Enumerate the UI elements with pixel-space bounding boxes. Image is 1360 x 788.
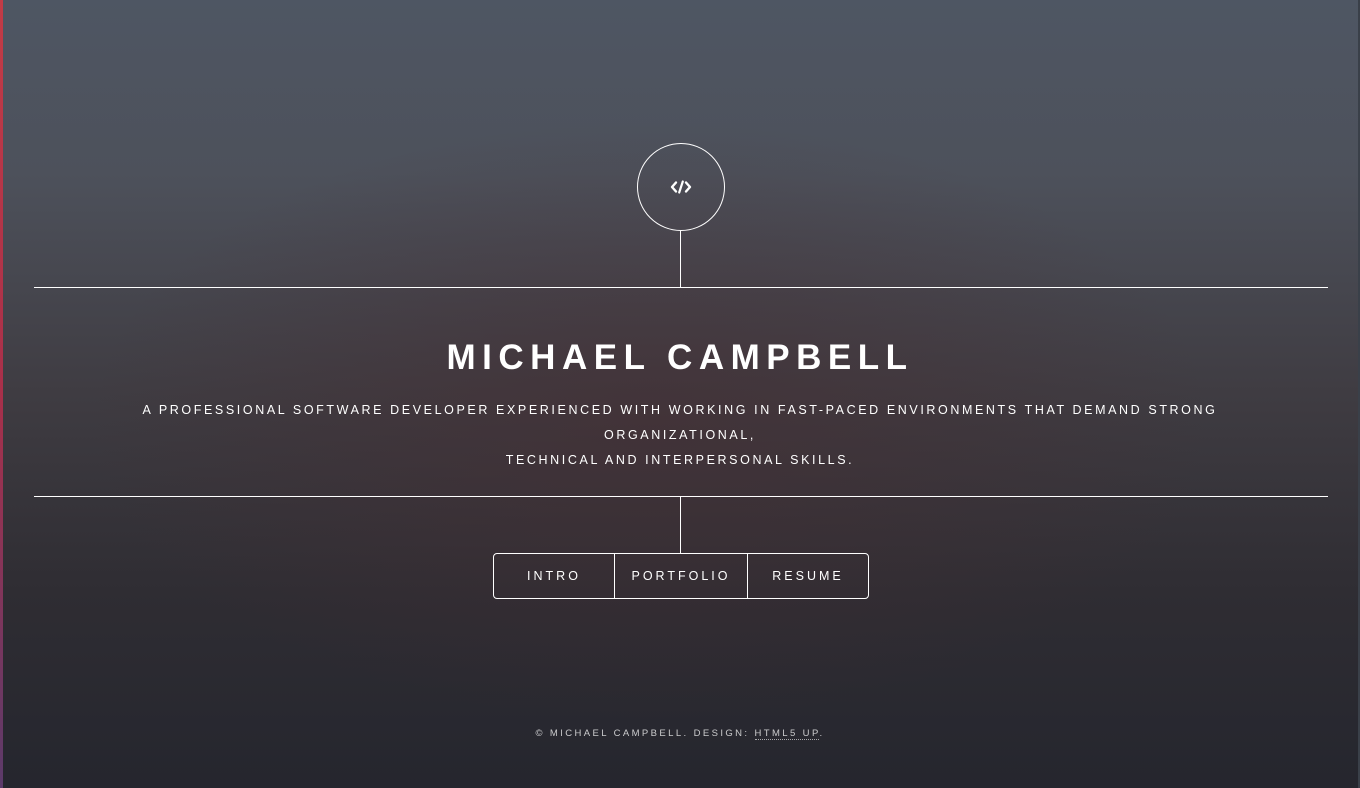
footer-suffix: .: [819, 728, 825, 739]
nav-item-portfolio[interactable]: PORTFOLIO: [615, 554, 748, 598]
divider-top: [34, 287, 1328, 288]
subtitle-line-2: TECHNICAL AND INTERPERSONAL SKILLS.: [505, 453, 855, 467]
connector-line-top: [680, 231, 681, 287]
code-icon: [670, 179, 692, 195]
subtitle-line-1: A PROFESSIONAL SOFTWARE DEVELOPER EXPERI…: [142, 403, 1218, 442]
footer-design-link[interactable]: HTML5 UP: [754, 728, 820, 740]
footer: © MICHAEL CAMPBELL. DESIGN: HTML5 UP.: [0, 728, 1360, 740]
logo: [637, 143, 725, 231]
nav-item-resume[interactable]: RESUME: [748, 554, 868, 598]
divider-bottom: [34, 496, 1328, 497]
page-title: MICHAEL CAMPBELL: [446, 338, 914, 377]
footer-copyright: © MICHAEL CAMPBELL. DESIGN:: [535, 728, 755, 739]
nav-item-intro[interactable]: INTRO: [494, 554, 615, 598]
page-subtitle: A PROFESSIONAL SOFTWARE DEVELOPER EXPERI…: [80, 398, 1280, 473]
connector-line-bottom: [680, 497, 681, 553]
background: [0, 0, 1360, 788]
window-edge-left: [0, 0, 3, 788]
main-nav: INTRO PORTFOLIO RESUME: [493, 553, 869, 599]
